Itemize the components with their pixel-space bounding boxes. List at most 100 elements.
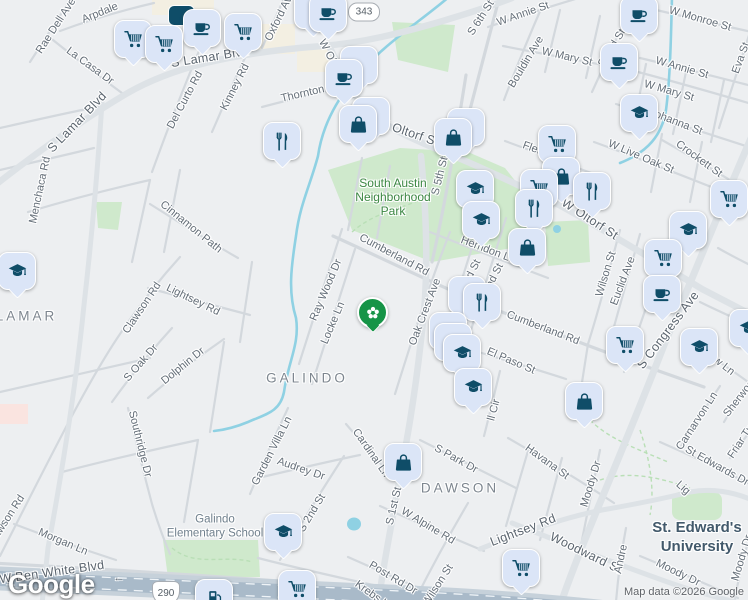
poi-marker-coffee[interactable]	[600, 43, 638, 90]
poi-marker-coffee[interactable]	[309, 0, 347, 41]
marker-tail	[583, 200, 602, 219]
marker-tail	[155, 53, 174, 72]
poi-marker-coffee[interactable]	[183, 9, 221, 56]
poi-marker-grad[interactable]	[729, 309, 748, 356]
coffee-icon	[609, 52, 630, 73]
bag-icon	[574, 391, 595, 412]
grad-icon	[738, 318, 748, 339]
marker-tail	[472, 229, 491, 248]
marker-tail	[8, 280, 27, 299]
bag-icon	[443, 127, 464, 148]
cart-icon	[615, 335, 636, 356]
marker-tail	[518, 256, 537, 275]
poi-marker-coffee[interactable]	[325, 59, 363, 106]
bag-icon	[517, 237, 538, 258]
bag-icon	[348, 114, 369, 135]
poi-marker-bag[interactable]	[384, 443, 422, 490]
bag-icon	[393, 452, 414, 473]
cart-icon	[123, 29, 144, 50]
poi-marker-cart[interactable]	[710, 180, 748, 227]
marker-tail	[464, 396, 483, 415]
food-icon	[582, 181, 603, 202]
marker-tail	[349, 133, 368, 152]
cart-icon	[154, 34, 175, 55]
grad-icon	[471, 210, 492, 231]
cart-icon	[653, 248, 674, 269]
marker-tail	[720, 208, 739, 227]
marker-tail	[610, 71, 629, 90]
marker-tail	[512, 577, 531, 596]
grad-icon	[7, 261, 28, 282]
cart-icon	[719, 189, 740, 210]
poi-marker-flower[interactable]	[357, 297, 388, 334]
marker-tail	[616, 354, 635, 373]
poi-marker-bag[interactable]	[508, 228, 546, 275]
marker-tail	[193, 37, 212, 56]
grad-icon	[678, 220, 699, 241]
poi-marker-grad[interactable]	[454, 368, 492, 415]
marker-tail	[274, 541, 293, 560]
grad-icon	[629, 103, 650, 124]
food-icon	[524, 198, 545, 219]
poi-marker-bag[interactable]	[565, 382, 603, 429]
poi-marker-bag[interactable]	[339, 105, 377, 152]
marker-tail	[473, 311, 492, 330]
poi-marker-cart[interactable]	[145, 25, 183, 72]
grad-icon	[463, 377, 484, 398]
marker-tail	[273, 150, 292, 169]
google-logo[interactable]: Google	[8, 569, 95, 600]
marker-tail	[630, 24, 649, 43]
marker-tail	[653, 303, 672, 322]
coffee-icon	[192, 18, 213, 39]
fuel-icon	[204, 588, 225, 600]
marker-tail	[124, 48, 143, 67]
grad-icon	[273, 522, 294, 543]
poi-marker-grad[interactable]	[680, 328, 718, 375]
cart-icon	[511, 558, 532, 579]
poi-marker-cart[interactable]	[224, 13, 262, 60]
cart-icon	[547, 134, 568, 155]
poi-marker-food[interactable]	[573, 172, 611, 219]
coffee-icon	[652, 284, 673, 305]
poi-marker-food[interactable]	[463, 283, 501, 330]
grad-icon	[465, 179, 486, 200]
poi-marker-coffee[interactable]	[620, 0, 658, 43]
grad-icon	[689, 337, 710, 358]
marker-tail	[630, 122, 649, 141]
coffee-icon	[318, 3, 339, 24]
poi-marker-fuel[interactable]	[195, 579, 233, 600]
poi-marker-grad[interactable]	[620, 94, 658, 141]
marker-tail	[444, 146, 463, 165]
poi-marker-cart[interactable]	[502, 549, 540, 596]
grad-icon	[452, 343, 473, 364]
poi-marker-grad[interactable]	[0, 252, 36, 299]
food-icon	[272, 131, 293, 152]
markers-layer	[0, 0, 748, 600]
food-icon	[472, 292, 493, 313]
poi-marker-cart[interactable]	[278, 570, 316, 600]
marker-tail	[575, 410, 594, 429]
map-root[interactable]: Rae Dell Ave Arpdale La Casa Dr S Lamar Blv…	[0, 0, 748, 600]
poi-marker-cart[interactable]	[644, 239, 682, 286]
poi-marker-food[interactable]	[263, 122, 301, 169]
marker-tail	[234, 41, 253, 60]
marker-tail	[319, 22, 338, 41]
coffee-icon	[629, 5, 650, 26]
poi-marker-grad[interactable]	[443, 334, 481, 381]
map-attribution: Map data ©2026 Google	[623, 586, 744, 598]
poi-marker-food[interactable]	[515, 189, 553, 236]
poi-marker-grad[interactable]	[264, 513, 302, 560]
marker-tail	[739, 337, 748, 356]
marker-tail	[335, 87, 354, 106]
cart-icon	[233, 22, 254, 43]
poi-marker-coffee[interactable]	[643, 275, 681, 322]
flower-icon	[364, 304, 382, 322]
coffee-icon	[334, 68, 355, 89]
marker-tail	[679, 239, 698, 258]
poi-marker-grad[interactable]	[462, 201, 500, 248]
poi-marker-cart[interactable]	[606, 326, 644, 373]
marker-tail	[394, 471, 413, 490]
poi-marker-bag[interactable]	[434, 118, 472, 165]
marker-tail	[690, 356, 709, 375]
cart-icon	[287, 579, 308, 600]
